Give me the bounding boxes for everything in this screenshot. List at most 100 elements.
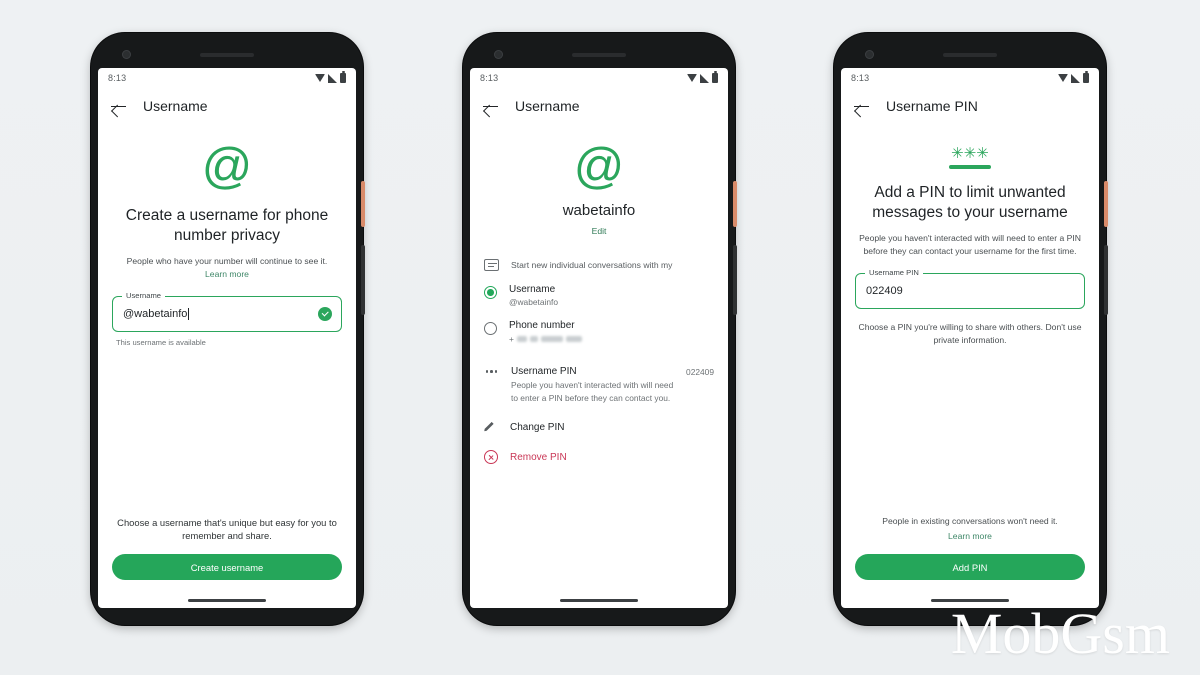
footnote-text: Choose a username that's unique but easy… (117, 516, 337, 541)
screen-body: @ Create a username for phone number pri… (98, 124, 356, 592)
username-helper-text: This username is available (116, 338, 206, 348)
app-bar: Username PIN (841, 88, 1099, 124)
earpiece-speaker (200, 52, 254, 57)
option-row-phone-number[interactable]: Phone number + (484, 320, 714, 344)
status-icons (687, 71, 718, 83)
watermark: MobGsm (950, 601, 1170, 666)
remove-pin-row[interactable]: Remove PIN (484, 450, 714, 465)
phone-screen-3: 8:13 Username PIN ✳✳✳ Add a PIN to limit… (841, 68, 1099, 608)
front-camera-icon (122, 50, 131, 59)
profile-username: wabetainfo (562, 202, 636, 219)
text-caret (188, 308, 190, 321)
flex-spacer (855, 346, 1085, 515)
option-subtitle: @wabetainfo (509, 297, 559, 307)
username-input[interactable]: Username @wabetainfo (112, 291, 342, 333)
flex-spacer (112, 347, 342, 516)
option-subtitle-redacted: + (509, 334, 582, 344)
status-bar: 8:13 (98, 68, 356, 88)
phone-screen-2: 8:13 Username @ wabetainfo Edit Start ne… (470, 68, 728, 608)
redaction-bar (529, 336, 538, 342)
pin-input[interactable]: Username PIN 022409 (855, 268, 1085, 310)
option-title: Username (509, 284, 556, 295)
screenshot-stage: 8:13 Username @ Create a username for ph… (0, 0, 1200, 675)
option-title: Phone number (509, 320, 575, 331)
pin-underline (949, 165, 991, 169)
pencil-icon (484, 420, 498, 434)
option-row-username[interactable]: Username @wabetainfo (484, 284, 714, 307)
change-pin-row[interactable]: Change PIN (484, 420, 714, 434)
create-username-button[interactable]: Create username (112, 554, 342, 580)
power-button[interactable] (361, 181, 365, 227)
wifi-icon (315, 74, 325, 82)
signal-icon (700, 73, 709, 83)
home-indicator[interactable] (470, 592, 728, 608)
phone-top-bezel (98, 41, 356, 68)
username-pin-row[interactable]: Username PIN People you haven't interact… (484, 366, 714, 404)
pin-helper-text: Choose a PIN you're willing to share wit… (858, 322, 1082, 345)
pin-title: Username PIN (511, 366, 577, 377)
section-heading-label: Start new individual conversations with … (511, 260, 673, 270)
status-bar: 8:13 (470, 68, 728, 88)
volume-button[interactable] (1104, 245, 1108, 315)
pin-input-value: 022409 (866, 285, 903, 298)
remove-circle-icon (484, 450, 498, 465)
learn-more-link[interactable]: Learn more (948, 530, 992, 542)
subtitle-text: People you haven't interacted with will … (859, 233, 1081, 256)
volume-button[interactable] (733, 245, 737, 315)
app-bar: Username (470, 88, 728, 124)
phone-mockup-3: 8:13 Username PIN ✳✳✳ Add a PIN to limit… (834, 33, 1108, 625)
page-title: Username PIN (886, 98, 978, 114)
redaction-bar (540, 336, 563, 342)
plus-sign: + (509, 334, 514, 344)
volume-button[interactable] (361, 245, 365, 315)
change-pin-label: Change PIN (510, 421, 565, 433)
add-pin-button[interactable]: Add PIN (855, 554, 1085, 580)
headline-text: Create a username for phone number priva… (125, 207, 329, 245)
phone-mockup-2: 8:13 Username @ wabetainfo Edit Start ne… (463, 33, 737, 625)
flex-spacer (484, 464, 714, 592)
radio-selected-icon[interactable] (484, 286, 497, 299)
pin-code-value: 022409 (686, 367, 714, 377)
screen-body: @ wabetainfo Edit Start new individual c… (470, 124, 728, 592)
back-arrow-icon[interactable] (482, 98, 499, 115)
power-button[interactable] (733, 181, 737, 227)
learn-more-row: Learn more (855, 530, 1085, 542)
subtitle-line: People who have your number will continu… (126, 256, 328, 267)
wifi-icon (1058, 74, 1068, 82)
back-arrow-icon[interactable] (110, 98, 127, 115)
battery-icon (1083, 71, 1089, 83)
home-indicator[interactable] (98, 592, 356, 608)
at-symbol-icon: @ (201, 138, 253, 194)
username-input-value: @wabetainfo (123, 308, 188, 321)
edit-link[interactable]: Edit (484, 226, 714, 236)
battery-icon (712, 71, 718, 83)
screen-body: ✳✳✳ Add a PIN to limit unwanted messages… (841, 124, 1099, 592)
front-camera-icon (865, 50, 874, 59)
power-button[interactable] (1104, 181, 1108, 227)
learn-more-link[interactable]: Learn more (205, 268, 249, 280)
battery-icon (340, 71, 346, 83)
radio-unselected-icon[interactable] (484, 322, 497, 335)
headline-text: Add a PIN to limit unwanted messages to … (872, 184, 1068, 222)
earpiece-speaker (572, 52, 626, 57)
back-arrow-icon[interactable] (853, 98, 870, 115)
pin-asterisks-icon: ✳✳✳ (942, 146, 998, 169)
status-clock: 8:13 (480, 73, 499, 83)
redaction-bar (565, 336, 582, 342)
pin-description: People you haven't interacted with will … (511, 380, 674, 403)
section-heading-row: Start new individual conversations with … (484, 258, 714, 271)
subtitle-text: People who have your number will continu… (112, 255, 342, 280)
signal-icon (328, 73, 337, 83)
phone-top-bezel (470, 41, 728, 68)
wifi-icon (687, 74, 697, 82)
status-icons (1058, 71, 1089, 83)
earpiece-speaker (943, 52, 997, 57)
message-icon (484, 259, 499, 271)
page-title: Username (515, 98, 580, 114)
username-input-label: Username (122, 291, 166, 301)
pin-dots-icon (484, 370, 499, 375)
pin-input-label: Username PIN (865, 268, 923, 278)
signal-icon (1071, 73, 1080, 83)
status-clock: 8:13 (851, 73, 870, 83)
status-bar: 8:13 (841, 68, 1099, 88)
